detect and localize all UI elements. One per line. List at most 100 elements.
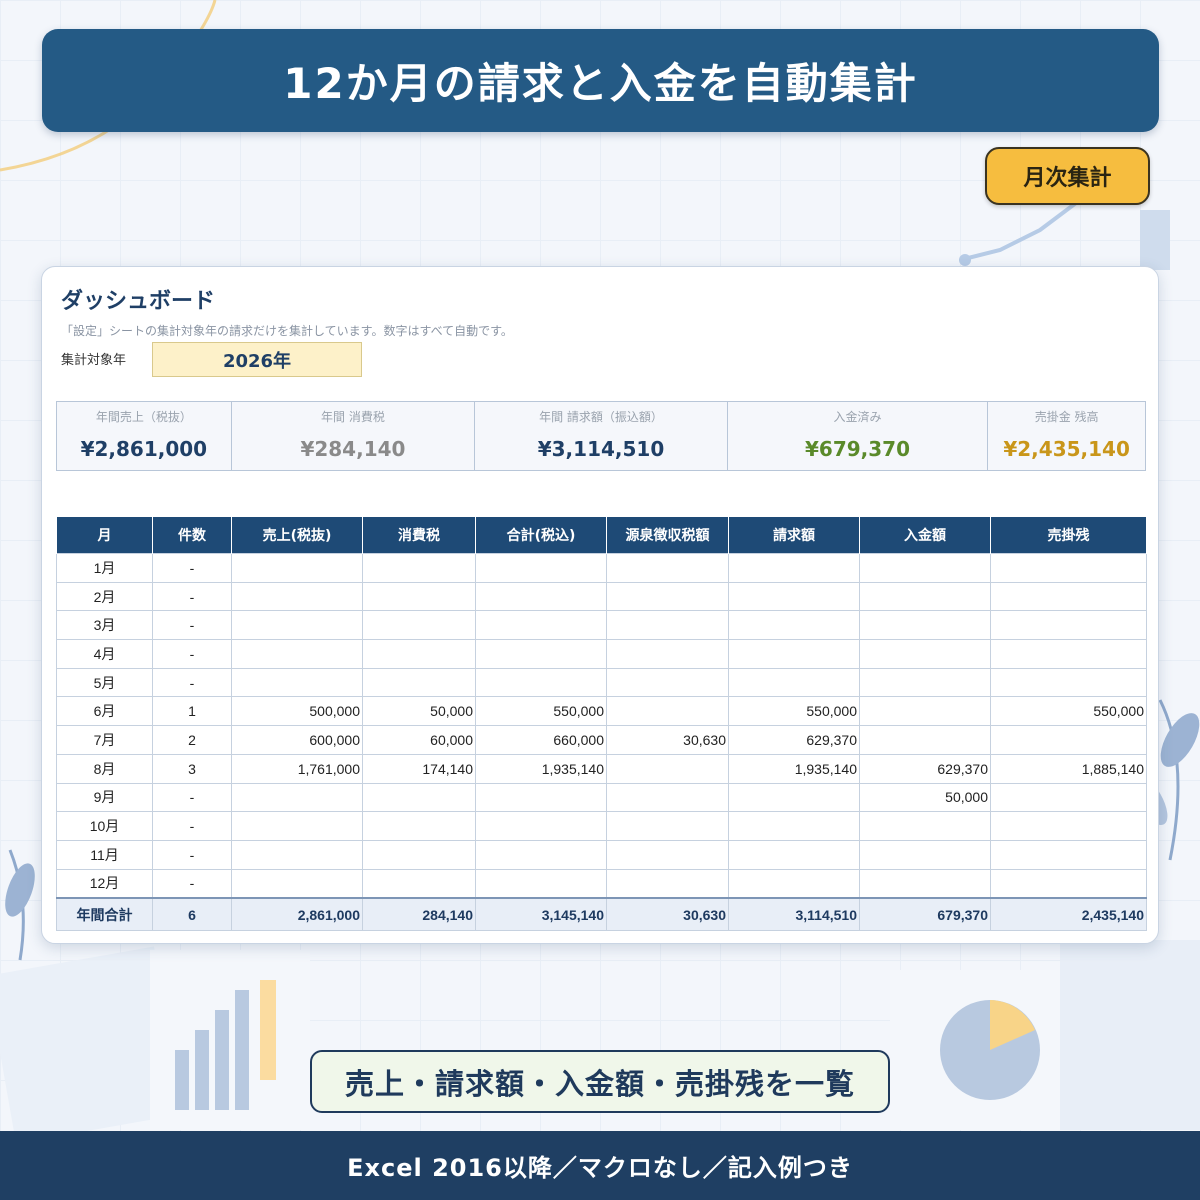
table-cell[interactable] bbox=[990, 868, 1147, 899]
table-cell[interactable] bbox=[859, 839, 991, 870]
table-cell[interactable] bbox=[362, 639, 476, 669]
table-cell[interactable] bbox=[362, 868, 476, 899]
table-cell[interactable] bbox=[990, 667, 1147, 698]
table-cell[interactable] bbox=[606, 868, 729, 899]
table-cell[interactable]: 1月 bbox=[56, 553, 153, 583]
table-cell[interactable]: 550,000 bbox=[990, 696, 1147, 727]
table-cell[interactable]: 629,370 bbox=[859, 753, 991, 784]
table-cell[interactable]: 9月 bbox=[56, 782, 153, 813]
table-cell[interactable]: 12月 bbox=[56, 868, 153, 899]
table-cell[interactable]: 1,761,000 bbox=[231, 753, 363, 784]
table-cell[interactable]: 6月 bbox=[56, 696, 153, 727]
table-cell[interactable] bbox=[859, 639, 991, 669]
table-cell[interactable] bbox=[362, 839, 476, 870]
table-cell[interactable] bbox=[990, 839, 1147, 870]
table-cell[interactable]: 600,000 bbox=[231, 725, 363, 755]
table-cell[interactable]: 1,935,140 bbox=[728, 753, 860, 784]
table-cell[interactable] bbox=[362, 811, 476, 841]
table-cell[interactable]: 50,000 bbox=[859, 782, 991, 813]
table-cell[interactable] bbox=[859, 725, 991, 755]
table-cell[interactable] bbox=[859, 811, 991, 841]
table-cell[interactable] bbox=[728, 667, 860, 698]
table-cell[interactable] bbox=[606, 610, 729, 641]
table-cell[interactable] bbox=[728, 839, 860, 870]
table-cell[interactable]: 1 bbox=[152, 696, 232, 727]
table-cell[interactable]: 7月 bbox=[56, 725, 153, 755]
table-cell[interactable] bbox=[362, 581, 476, 612]
table-cell[interactable]: - bbox=[152, 639, 232, 669]
table-cell[interactable] bbox=[728, 639, 860, 669]
table-cell[interactable] bbox=[231, 639, 363, 669]
table-cell[interactable] bbox=[990, 610, 1147, 641]
table-cell[interactable] bbox=[990, 581, 1147, 612]
table-cell[interactable] bbox=[475, 667, 607, 698]
table-cell[interactable]: 3 bbox=[152, 753, 232, 784]
table-cell[interactable] bbox=[606, 839, 729, 870]
table-cell[interactable] bbox=[231, 868, 363, 899]
table-cell[interactable] bbox=[231, 811, 363, 841]
table-cell[interactable] bbox=[728, 610, 860, 641]
table-cell[interactable]: 3月 bbox=[56, 610, 153, 641]
table-cell[interactable]: - bbox=[152, 782, 232, 813]
table-cell[interactable]: 5月 bbox=[56, 667, 153, 698]
table-cell[interactable]: 660,000 bbox=[475, 725, 607, 755]
table-cell[interactable] bbox=[475, 581, 607, 612]
table-cell[interactable]: 500,000 bbox=[231, 696, 363, 727]
table-cell[interactable]: - bbox=[152, 667, 232, 698]
table-cell[interactable] bbox=[859, 581, 991, 612]
table-cell[interactable] bbox=[859, 667, 991, 698]
table-cell[interactable]: - bbox=[152, 868, 232, 899]
table-cell[interactable] bbox=[728, 811, 860, 841]
table-cell[interactable]: 60,000 bbox=[362, 725, 476, 755]
table-cell[interactable] bbox=[475, 553, 607, 583]
table-cell[interactable]: 174,140 bbox=[362, 753, 476, 784]
table-cell[interactable] bbox=[475, 610, 607, 641]
table-cell[interactable] bbox=[362, 553, 476, 583]
table-cell[interactable]: 11月 bbox=[56, 839, 153, 870]
table-cell[interactable] bbox=[475, 782, 607, 813]
table-cell[interactable]: 4月 bbox=[56, 639, 153, 669]
table-cell[interactable] bbox=[362, 782, 476, 813]
table-cell[interactable] bbox=[606, 581, 729, 612]
table-cell[interactable]: - bbox=[152, 581, 232, 612]
table-cell[interactable]: - bbox=[152, 610, 232, 641]
table-cell[interactable]: 550,000 bbox=[475, 696, 607, 727]
table-cell[interactable]: 8月 bbox=[56, 753, 153, 784]
table-cell[interactable]: 629,370 bbox=[728, 725, 860, 755]
table-cell[interactable]: 30,630 bbox=[606, 725, 729, 755]
table-cell[interactable] bbox=[231, 553, 363, 583]
table-cell[interactable] bbox=[231, 581, 363, 612]
table-cell[interactable] bbox=[859, 696, 991, 727]
table-cell[interactable] bbox=[231, 782, 363, 813]
table-cell[interactable] bbox=[990, 811, 1147, 841]
table-cell[interactable] bbox=[990, 782, 1147, 813]
table-cell[interactable] bbox=[231, 839, 363, 870]
table-cell[interactable]: 10月 bbox=[56, 811, 153, 841]
table-cell[interactable]: - bbox=[152, 811, 232, 841]
table-cell[interactable]: 2月 bbox=[56, 581, 153, 612]
table-cell[interactable] bbox=[728, 553, 860, 583]
table-cell[interactable] bbox=[990, 553, 1147, 583]
table-cell[interactable] bbox=[728, 581, 860, 612]
table-cell[interactable] bbox=[859, 868, 991, 899]
table-cell[interactable]: 50,000 bbox=[362, 696, 476, 727]
table-cell[interactable] bbox=[362, 610, 476, 641]
table-cell[interactable] bbox=[606, 753, 729, 784]
table-cell[interactable] bbox=[606, 782, 729, 813]
table-cell[interactable] bbox=[728, 782, 860, 813]
table-cell[interactable]: 1,885,140 bbox=[990, 753, 1147, 784]
table-cell[interactable] bbox=[231, 610, 363, 641]
table-cell[interactable] bbox=[859, 553, 991, 583]
table-cell[interactable] bbox=[859, 610, 991, 641]
table-cell[interactable] bbox=[728, 868, 860, 899]
table-cell[interactable] bbox=[475, 811, 607, 841]
table-cell[interactable]: 1,935,140 bbox=[475, 753, 607, 784]
table-cell[interactable]: - bbox=[152, 839, 232, 870]
table-cell[interactable] bbox=[606, 696, 729, 727]
table-cell[interactable]: 550,000 bbox=[728, 696, 860, 727]
table-cell[interactable]: 2 bbox=[152, 725, 232, 755]
table-cell[interactable] bbox=[606, 811, 729, 841]
table-cell[interactable]: - bbox=[152, 553, 232, 583]
table-cell[interactable] bbox=[990, 725, 1147, 755]
table-cell[interactable] bbox=[475, 868, 607, 899]
